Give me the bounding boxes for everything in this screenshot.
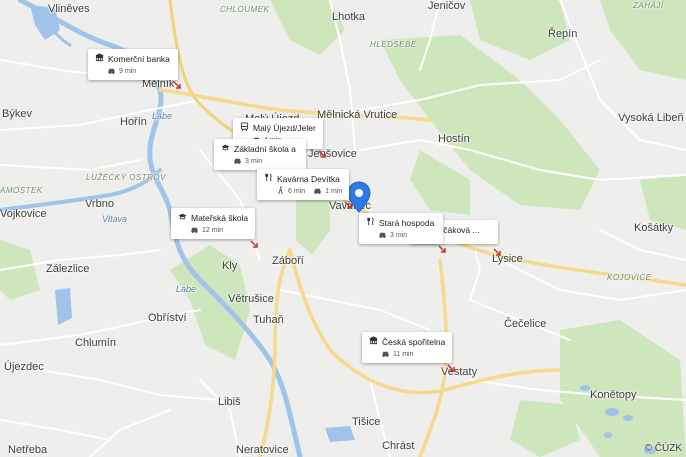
place-label: Vysoká Libeň — [618, 112, 684, 124]
restaurant-icon — [264, 173, 273, 184]
poi-card-title-text: Stará hospoda Li... — [379, 217, 436, 228]
place-label: Vojkovice — [0, 208, 47, 220]
poi-card-title: Mateřská škola — [178, 212, 248, 223]
poi-card-title: Komerční banka — [95, 53, 171, 64]
place-label: Neratovice — [236, 444, 289, 456]
map-attribution: © ČÚZK — [644, 443, 682, 454]
poi-card-title-text: Malý Újezd/Jelenice — [253, 122, 316, 133]
poi-card-title: Základní škola a ... — [221, 143, 299, 154]
school-icon — [221, 143, 230, 154]
direction-arrow-icon — [173, 77, 182, 89]
duration-text: 12 min — [202, 227, 224, 234]
walk-icon — [276, 186, 285, 197]
poi-card-title-text: Mateřská škola — [191, 212, 248, 223]
direction-arrow-icon — [250, 236, 259, 248]
place-label: Hořín — [120, 116, 147, 128]
car-icon — [107, 66, 116, 77]
place-label: Mělnická Vrutice — [317, 109, 398, 121]
direction-arrow-icon — [438, 241, 447, 253]
poi-card-title-text: Česká spořitelna — [382, 336, 445, 347]
place-label: Chrást — [382, 440, 415, 452]
poi-card-title: Malý Újezd/Jelenice — [240, 122, 316, 133]
poi-card[interactable]: Česká spořitelna 11 min — [362, 332, 452, 363]
direction-arrow-icon — [344, 197, 353, 209]
poi-card[interactable]: Kavárna Devítka 6 min 1 min — [257, 169, 349, 200]
place-label: Vltava — [102, 214, 128, 224]
poi-card[interactable]: Mateřská škola 12 min — [171, 208, 255, 239]
direction-arrow-icon — [318, 146, 327, 158]
place-label: Konětopy — [590, 389, 637, 401]
duration-text: 9 min — [119, 68, 137, 75]
poi-card-durations: 6 min 1 min — [264, 186, 342, 197]
bus-icon — [240, 122, 249, 133]
direction-arrow-icon — [447, 360, 456, 372]
poi-card-title: Kavárna Devítka — [264, 173, 342, 184]
duration-text: 11 min — [393, 351, 414, 358]
place-label: Hostín — [438, 133, 470, 145]
car-icon — [233, 156, 242, 167]
place-label: Labe — [152, 111, 173, 121]
poi-card-durations: 12 min — [178, 225, 248, 236]
place-label: Jenšovice — [308, 148, 357, 160]
map-canvas[interactable]: Vliněves CHLOUMEK Lhotka Jeničov ZAHÁJÍ HLEDS… — [0, 0, 686, 457]
place-label: Jeničov — [428, 0, 466, 12]
place-label: AMOSTEK — [0, 186, 43, 195]
poi-card-title: Česká spořitelna — [369, 336, 445, 347]
restaurant-icon — [366, 217, 375, 228]
poi-card[interactable]: Základní škola a ... 3 min — [214, 139, 306, 170]
duration-text: 6 min — [288, 188, 306, 195]
place-label: CHLOUMEK — [220, 5, 270, 14]
car-icon — [381, 349, 390, 360]
place-label: LUŽECKÝ OSTROV — [86, 173, 166, 182]
place-label: HLEDSEBE — [370, 40, 417, 49]
car-icon — [378, 230, 387, 241]
place-label: Chlumín — [75, 337, 116, 349]
place-label: Záboří — [272, 255, 304, 267]
place-label: Řepín — [548, 28, 578, 40]
place-label: Újezdec — [4, 361, 44, 373]
place-label: Větrušice — [228, 293, 274, 305]
school-icon — [178, 212, 187, 223]
place-label: Kly — [222, 260, 238, 272]
car-icon — [190, 225, 199, 236]
place-label: Lhotka — [332, 11, 366, 23]
duration-text: 3 min — [245, 158, 263, 165]
place-label: Tuhaň — [253, 314, 284, 326]
place-label: ZAHÁJÍ — [633, 1, 664, 10]
place-label: Býkev — [2, 108, 32, 120]
poi-card-durations: 3 min — [221, 156, 299, 167]
place-label: Libiš — [218, 396, 241, 408]
place-label: Labe — [176, 284, 197, 294]
bank-icon — [369, 336, 378, 347]
place-label: Čečelice — [504, 318, 547, 330]
duration-text: 3 min — [390, 232, 408, 239]
place-label: Zálezlice — [46, 263, 90, 275]
bank-icon — [95, 53, 104, 64]
place-label: Tišice — [352, 416, 381, 428]
place-label: KOJOVICE — [607, 273, 652, 282]
poi-card-title-text: Komerční banka — [108, 53, 170, 64]
poi-card[interactable]: Stará hospoda Li... 3 min — [359, 213, 443, 244]
poi-card-durations: 11 min — [369, 349, 445, 360]
poi-card-title-text: Kavárna Devítka — [277, 173, 340, 184]
poi-card-durations: 3 min — [366, 230, 436, 241]
place-label: Netřeba — [8, 444, 48, 456]
duration-text: 1 min — [325, 188, 343, 195]
place-label: Košátky — [634, 222, 674, 234]
place-label: Obříství — [148, 312, 187, 324]
direction-arrow-icon — [493, 244, 502, 256]
poi-card-title: Stará hospoda Li... — [366, 217, 436, 228]
poi-card-durations: 9 min — [95, 66, 171, 77]
poi-card-title-text: Základní škola a ... — [234, 143, 299, 154]
poi-card[interactable]: Komerční banka 9 min — [88, 49, 178, 80]
place-label: Vrbno — [85, 198, 114, 210]
place-label: Vliněves — [48, 3, 90, 15]
car-icon — [313, 186, 322, 197]
